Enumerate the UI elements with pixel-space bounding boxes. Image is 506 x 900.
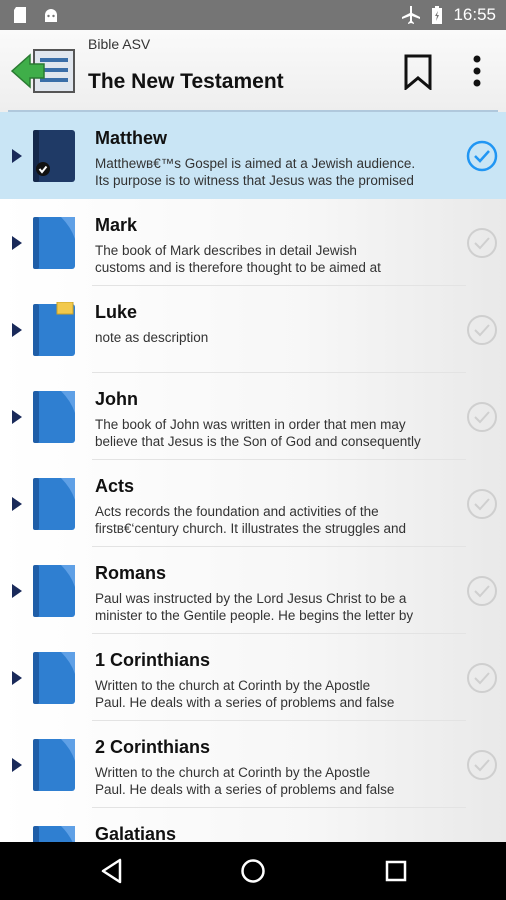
book-description: Matthewв€™s Gospel is aimed at a Jewish …	[95, 155, 455, 189]
book-description: Written to the church at Corinth by the …	[95, 764, 455, 798]
book-icon	[33, 217, 75, 269]
book-name: John	[95, 389, 138, 409]
book-name: Mark	[95, 215, 138, 235]
description-line: minister to the Gentile people. He begin…	[95, 608, 414, 623]
description-line: customs and is therefore thought to be a…	[95, 260, 381, 275]
expand-arrow-icon[interactable]	[12, 323, 22, 337]
list-item-romans[interactable]: Romans Paul was instructed by the Lord J…	[0, 547, 506, 634]
book-description: Paul was instructed by the Lord Jesus Ch…	[95, 590, 455, 624]
nav-back-icon[interactable]	[98, 856, 128, 886]
book-icon	[33, 826, 75, 842]
description-line: Paul. He deals with a series of problems…	[95, 695, 395, 710]
more-vert-icon[interactable]	[467, 52, 487, 92]
book-description: Written to the church at Corinth by the …	[95, 677, 455, 711]
expand-arrow-icon[interactable]	[12, 497, 22, 511]
app-subtitle: Bible ASV	[88, 36, 151, 52]
check-circle-icon[interactable]	[465, 226, 499, 260]
check-circle-icon[interactable]	[465, 487, 499, 521]
book-name: 1 Corinthians	[95, 650, 211, 670]
book-description: Acts records the foundation and activiti…	[95, 503, 455, 537]
book-name: 2 Corinthians	[95, 737, 211, 757]
description-line: firstв€‘century church. It illustrates t…	[95, 521, 407, 536]
android-icon	[45, 9, 57, 22]
book-name: Matthew	[95, 128, 167, 148]
list-item-mark[interactable]: Mark The book of Mark describes in detai…	[0, 199, 506, 286]
expand-arrow-icon[interactable]	[12, 410, 22, 424]
check-circle-icon[interactable]	[465, 574, 499, 608]
book-list[interactable]: Matthew Matthewв€™s Gospel is aimed at a…	[0, 112, 506, 842]
book-description: The book of John was written in order th…	[95, 416, 455, 450]
description-line: Written to the church at Corinth by the …	[95, 765, 371, 780]
app-bar: Bible ASV The New Testament	[0, 30, 506, 112]
list-item-luke[interactable]: Luke note as description	[0, 286, 506, 373]
bookmark-icon[interactable]	[403, 54, 433, 90]
status-time: 16:55	[453, 5, 496, 24]
book-description: note as description	[95, 329, 455, 346]
expand-arrow-icon[interactable]	[12, 584, 22, 598]
expand-arrow-icon[interactable]	[12, 758, 22, 772]
description-line: Paul. He deals with a series of problems…	[95, 782, 395, 797]
expand-arrow-icon[interactable]	[12, 236, 22, 250]
book-icon	[33, 565, 75, 617]
list-item-acts[interactable]: Acts Acts records the foundation and act…	[0, 460, 506, 547]
book-icon	[33, 739, 75, 791]
description-line: The book of John was written in order th…	[95, 417, 406, 432]
nav-home-icon[interactable]	[238, 856, 268, 886]
description-line: note as description	[95, 330, 209, 345]
check-circle-icon[interactable]	[465, 661, 499, 695]
back-arrow-list-icon[interactable]	[10, 46, 76, 96]
list-item-1-corinthians[interactable]: 1 Corinthians Written to the church at C…	[0, 634, 506, 721]
navigation-bar	[0, 842, 506, 900]
list-item-john[interactable]: John The book of John was written in ord…	[0, 373, 506, 460]
description-line: Its purpose is to witness that Jesus was…	[95, 173, 414, 188]
description-line: believe that Jesus is the Son of God and…	[95, 434, 421, 449]
description-line: Paul was instructed by the Lord Jesus Ch…	[95, 591, 407, 606]
nav-recents-icon[interactable]	[381, 856, 411, 886]
check-circle-icon[interactable]	[465, 748, 499, 782]
book-name: Acts	[95, 476, 135, 496]
book-name: Galatians	[95, 824, 177, 842]
book-icon	[33, 391, 75, 443]
book-icon	[33, 478, 75, 530]
check-circle-icon[interactable]	[465, 139, 499, 173]
check-circle-icon[interactable]	[465, 313, 499, 347]
list-item-matthew[interactable]: Matthew Matthewв€™s Gospel is aimed at a…	[0, 112, 506, 199]
book-icon	[33, 652, 75, 704]
check-circle-icon[interactable]	[465, 400, 499, 434]
page-title: The New Testament	[88, 70, 284, 93]
description-line: Acts records the foundation and activiti…	[95, 504, 379, 519]
book-description: The book of Mark describes in detail Jew…	[95, 242, 455, 276]
book-name: Luke	[95, 302, 138, 322]
book-name: Romans	[95, 563, 167, 583]
expand-arrow-icon[interactable]	[12, 149, 22, 163]
sd-card-icon	[14, 7, 26, 23]
status-bar: 16:55	[0, 0, 506, 30]
battery-icon	[432, 6, 443, 24]
book-with-note-icon	[33, 302, 75, 356]
list-item-galatians[interactable]: Galatians	[0, 808, 506, 842]
expand-arrow-icon[interactable]	[12, 671, 22, 685]
description-line: Matthewв€™s Gospel is aimed at a Jewish …	[95, 156, 416, 171]
description-line: Written to the church at Corinth by the …	[95, 678, 371, 693]
airplane-mode-icon	[402, 6, 421, 24]
book-icon	[33, 130, 75, 182]
list-item-2-corinthians[interactable]: 2 Corinthians Written to the church at C…	[0, 721, 506, 808]
description-line: The book of Mark describes in detail Jew…	[95, 243, 357, 258]
